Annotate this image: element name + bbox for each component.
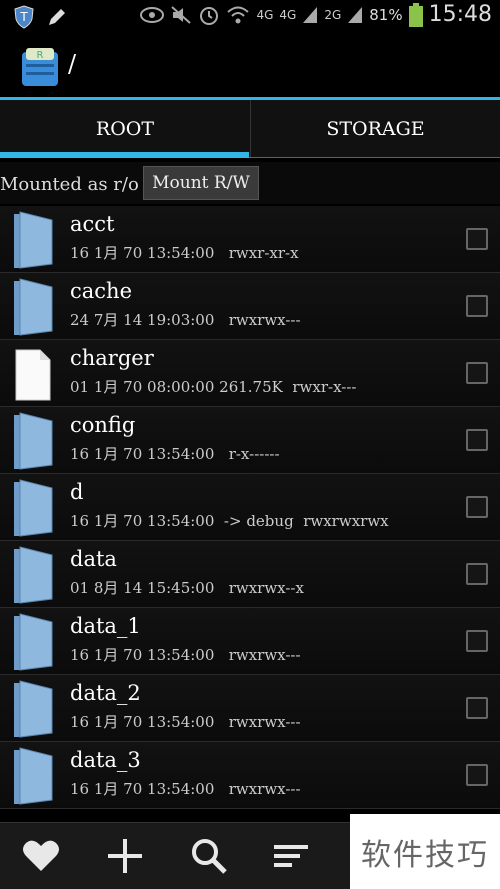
current-path: / [68,50,77,78]
folder-icon [14,747,53,805]
select-checkbox[interactable] [466,697,488,719]
file-meta: 16 1月 70 13:54:00 -> debug rwxrwxrwx [70,512,389,530]
signal-label-2: 4G [279,7,297,22]
list-item[interactable]: data 01 8月 14 15:45:00 rwxrwx--x [0,541,500,608]
file-name: config [70,413,136,437]
select-checkbox[interactable] [466,429,488,451]
select-checkbox[interactable] [466,295,488,317]
select-checkbox[interactable] [466,764,488,786]
folder-icon [14,278,53,336]
signal-icon [303,6,318,23]
select-checkbox[interactable] [466,362,488,384]
search-icon[interactable] [188,835,230,877]
select-checkbox[interactable] [466,496,488,518]
battery-percent: 81% [369,5,403,24]
select-checkbox[interactable] [466,630,488,652]
list-item[interactable]: cache 24 7月 14 19:03:00 rwxrwx--- [0,273,500,340]
folder-icon [14,680,53,738]
svg-text:R: R [37,50,44,61]
folder-icon [14,479,53,537]
file-meta: 16 1月 70 13:54:00 rwxrwx--- [70,713,301,731]
list-item[interactable]: acct 16 1月 70 13:54:00 rwxr-xr-x [0,206,500,273]
shield-icon: T [14,5,34,29]
mount-rw-button[interactable]: Mount R/W [143,166,259,200]
watermark: 软件技巧 [350,814,500,889]
signal-icon-2 [348,6,363,23]
file-icon [15,349,51,401]
folder-icon [14,412,53,470]
file-name: cache [70,279,132,303]
tab-divider [0,157,500,158]
svg-text:T: T [19,10,28,24]
file-name: data [70,547,117,571]
list-item[interactable]: data_2 16 1月 70 13:54:00 rwxrwx--- [0,675,500,742]
app-icon[interactable]: R [20,46,60,88]
sort-icon[interactable] [270,835,312,877]
select-checkbox[interactable] [466,228,488,250]
alarm-icon [200,6,219,25]
file-name: data_2 [70,681,141,705]
plus-icon[interactable] [104,835,146,877]
file-meta: 16 1月 70 13:54:00 rwxrwx--- [70,646,301,664]
list-item[interactable]: data_1 16 1月 70 13:54:00 rwxrwx--- [0,608,500,675]
folder-icon [14,211,53,269]
list-item[interactable]: data_3 16 1月 70 13:54:00 rwxrwx--- [0,742,500,809]
list-item[interactable]: config 16 1月 70 13:54:00 r-x------ [0,407,500,474]
edit-icon [49,9,65,25]
signal-label-3: 2G [324,7,342,22]
file-name: d [70,480,84,504]
list-item[interactable]: d 16 1月 70 13:54:00 -> debug rwxrwxrwx [0,474,500,541]
mount-bar: Mounted as r/o Mount R/W [0,162,500,204]
file-meta: 01 1月 70 08:00:00 261.75K rwxr-x--- [70,378,357,396]
mute-icon [171,5,192,24]
file-name: data_1 [70,614,141,638]
list-item[interactable]: charger 01 1月 70 08:00:00 261.75K rwxr-x… [0,340,500,407]
tab-bar: ROOT STORAGE [0,100,500,158]
title-bar: R / [0,36,500,100]
select-checkbox[interactable] [466,563,488,585]
file-name: charger [70,346,154,370]
file-name: data_3 [70,748,141,772]
file-meta: 24 7月 14 19:03:00 rwxrwx--- [70,311,301,329]
clock: 15:48 [428,2,492,27]
file-meta: 16 1月 70 13:54:00 rwxrwx--- [70,780,301,798]
tab-storage[interactable]: STORAGE [250,100,500,158]
status-bar: T 4G 4G 2G 81% 15:48 [0,0,500,36]
file-list[interactable]: acct 16 1月 70 13:54:00 rwxr-xr-x cache 2… [0,206,500,822]
tab-root[interactable]: ROOT [0,100,250,158]
eye-icon [140,6,165,23]
heart-icon[interactable] [20,835,62,877]
wifi-icon [227,6,250,23]
folder-icon [14,546,53,604]
mount-status: Mounted as r/o [0,174,139,195]
battery-icon [408,2,423,27]
signal-label-1: 4G [256,7,274,22]
file-meta: 01 8月 14 15:45:00 rwxrwx--x [70,579,304,597]
file-meta: 16 1月 70 13:54:00 r-x------ [70,445,280,463]
file-meta: 16 1月 70 13:54:00 rwxr-xr-x [70,244,299,262]
folder-icon [14,613,53,671]
file-name: acct [70,212,115,236]
